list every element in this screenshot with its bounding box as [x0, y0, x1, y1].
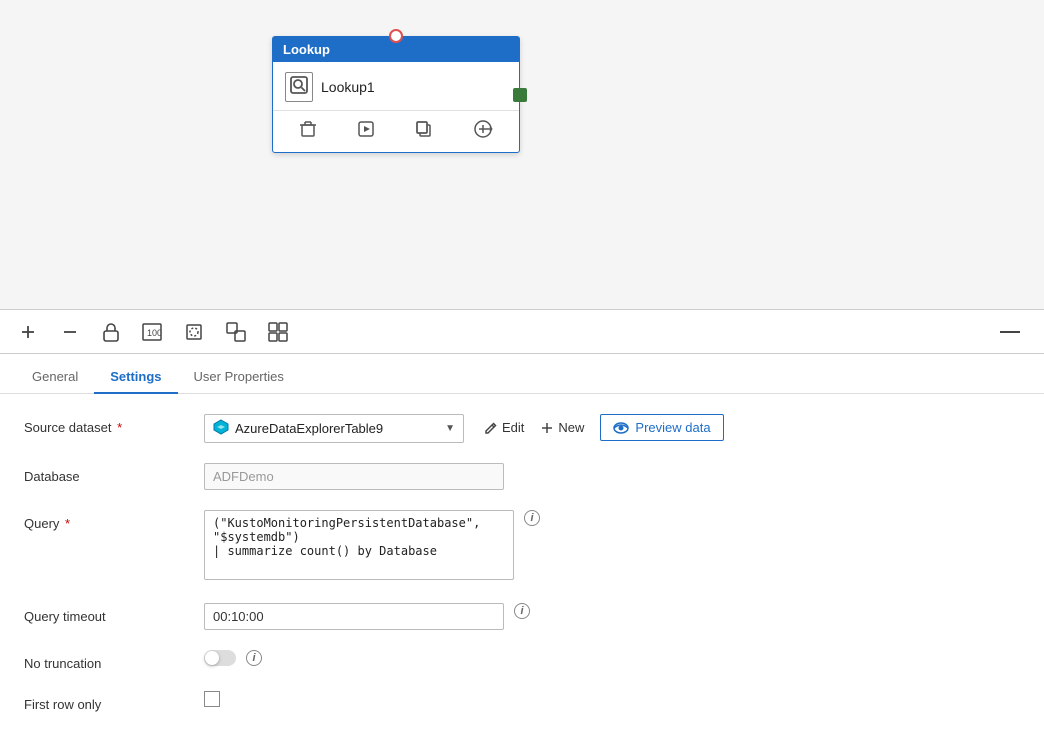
lookup-icon [285, 72, 313, 102]
database-label: Database [24, 463, 204, 484]
tab-general[interactable]: General [16, 361, 94, 394]
svg-text:100: 100 [147, 328, 162, 338]
source-dataset-row: Source dataset * AzureDataExplorerTable9… [24, 414, 1020, 443]
no-truncation-toggle[interactable] [204, 650, 236, 666]
zoom-in-button[interactable] [16, 320, 40, 344]
tab-settings[interactable]: Settings [94, 361, 177, 394]
dataset-action-buttons: Edit New Preview data [484, 414, 724, 441]
query-info-icon[interactable]: i [524, 510, 540, 526]
required-star: * [117, 420, 122, 435]
run-node-button[interactable] [353, 118, 379, 145]
database-input[interactable] [204, 463, 504, 490]
query-label: Query * [24, 510, 204, 531]
auto-arrange-button[interactable] [266, 320, 290, 344]
toggle-thumb [205, 651, 219, 665]
node-name: Lookup1 [321, 79, 375, 95]
preview-data-button[interactable]: Preview data [600, 414, 723, 441]
pipeline-canvas[interactable]: Lookup Lookup1 [0, 0, 1044, 310]
settings-panel: Source dataset * AzureDataExplorerTable9… [0, 394, 1044, 755]
first-row-only-row: First row only [24, 691, 1020, 712]
node-actions [273, 111, 519, 152]
database-controls [204, 463, 1020, 490]
query-timeout-input[interactable] [204, 603, 504, 630]
toolbar: 100 [0, 310, 1044, 354]
node-right-connector [513, 88, 527, 102]
lookup-node[interactable]: Lookup Lookup1 [272, 36, 520, 153]
no-truncation-toggle-wrapper [204, 650, 236, 666]
edit-dataset-button[interactable]: Edit [484, 420, 524, 435]
first-row-only-checkbox[interactable] [204, 691, 220, 707]
no-truncation-controls: i [204, 650, 1020, 666]
copy-node-button[interactable] [411, 118, 437, 145]
query-textarea-wrapper [204, 510, 514, 583]
zoom-selection-button[interactable] [224, 320, 248, 344]
source-dataset-dropdown[interactable]: AzureDataExplorerTable9 ▼ [204, 414, 464, 443]
source-dataset-label: Source dataset * [24, 414, 204, 435]
new-dataset-button[interactable]: New [540, 420, 584, 435]
no-truncation-label: No truncation [24, 650, 204, 671]
database-row: Database [24, 463, 1020, 490]
query-timeout-controls: i [204, 603, 1020, 630]
timeout-info-icon[interactable]: i [514, 603, 530, 619]
zoom-out-button[interactable] [58, 320, 82, 344]
delete-node-button[interactable] [295, 118, 321, 145]
collapse-indicator [1000, 331, 1020, 333]
tabs-bar: General Settings User Properties [0, 354, 1044, 394]
first-row-only-label: First row only [24, 691, 204, 712]
add-output-button[interactable] [469, 117, 497, 146]
dataset-name-text: AzureDataExplorerTable9 [235, 421, 439, 436]
query-timeout-label: Query timeout [24, 603, 204, 624]
fit-page-button[interactable]: 100 [140, 321, 164, 343]
lock-button[interactable] [100, 320, 122, 344]
node-title: Lookup [283, 42, 330, 57]
source-dataset-controls: AzureDataExplorerTable9 ▼ Edit New [204, 414, 1020, 443]
node-body: Lookup1 [273, 62, 519, 111]
first-row-only-controls [204, 691, 1020, 707]
query-row: Query * i [24, 510, 1020, 583]
no-truncation-row: No truncation i [24, 650, 1020, 671]
dropdown-arrow-icon: ▼ [445, 423, 455, 434]
query-textarea[interactable] [204, 510, 514, 580]
required-star-query: * [65, 516, 70, 531]
query-timeout-row: Query timeout i [24, 603, 1020, 630]
query-controls: i [204, 510, 1020, 583]
no-truncation-info-icon[interactable]: i [246, 650, 262, 666]
node-top-connector [389, 29, 403, 43]
tab-user-properties[interactable]: User Properties [178, 361, 300, 394]
dataset-type-icon [213, 419, 229, 438]
fit-selection-button[interactable] [182, 320, 206, 344]
